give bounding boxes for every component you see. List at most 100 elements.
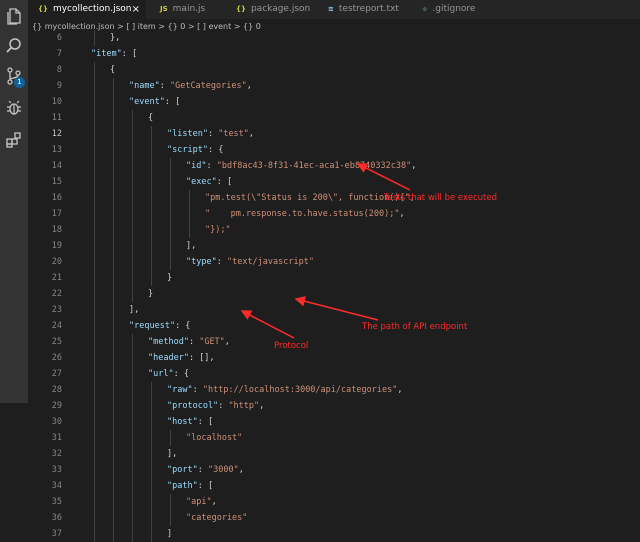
debug-icon[interactable]: [4, 98, 24, 118]
tab-main-js[interactable]: JS main.js: [160, 0, 230, 19]
line-number: 15: [51, 177, 62, 187]
code-line: "host": [: [167, 414, 213, 430]
indent-guide: [113, 526, 114, 542]
line-number: 30: [51, 417, 62, 427]
code-line: "id": "bdf8ac43-8f31-41ec-aca1-eb8740332…: [186, 158, 416, 174]
json-punctuation: ,: [224, 337, 230, 347]
code-line: ],: [129, 302, 139, 318]
json-key: "header": [148, 353, 189, 363]
code-line: "protocol": "http",: [167, 398, 264, 414]
json-key: "request": [129, 321, 176, 331]
indent-guide: [94, 414, 95, 430]
json-punctuation: ],: [167, 449, 178, 459]
indent-guide: [151, 190, 152, 206]
code-line: "categories": [186, 510, 247, 526]
line-number: 13: [51, 145, 62, 155]
json-string: "categories": [186, 513, 248, 523]
indent-guide: [94, 302, 95, 318]
indent-guide: [151, 270, 152, 286]
code-line: "script": {: [167, 142, 223, 158]
indent-guide: [132, 478, 133, 494]
json-punctuation: {: [148, 113, 154, 123]
indent-guide: [94, 318, 95, 334]
code-line: "localhost": [186, 430, 242, 446]
json-punctuation: }: [148, 289, 154, 299]
indent-guide: [94, 110, 95, 126]
indent-guide: [113, 158, 114, 174]
json-string: " pm.response.to.have.status(200);": [205, 209, 400, 219]
json-key: "raw": [167, 385, 193, 395]
indent-guide: [189, 222, 190, 238]
line-number: 25: [51, 337, 62, 347]
json-punctuation: : [: [121, 49, 138, 59]
line-number: 7: [56, 49, 62, 59]
tab-gitignore[interactable]: ◆ .gitignore: [422, 0, 492, 19]
indent-guide: [151, 430, 152, 446]
indent-guide: [113, 350, 114, 366]
indent-guide: [151, 462, 152, 478]
extensions-icon[interactable]: [4, 130, 24, 150]
tab-package-json[interactable]: {} package.json: [236, 0, 320, 19]
json-punctuation: :: [207, 129, 219, 139]
indent-guide: [132, 158, 133, 174]
files-icon[interactable]: [4, 6, 24, 26]
code-line: ],: [167, 446, 177, 462]
indent-guide: [94, 238, 95, 254]
code-line: ],: [186, 238, 196, 254]
code-line: "path": [: [167, 478, 213, 494]
indent-guide: [113, 318, 114, 334]
json-punctuation: ,: [248, 129, 255, 139]
json-punctuation: },: [110, 33, 121, 43]
indent-guide: [151, 238, 152, 254]
indent-guide: [113, 414, 114, 430]
code-line: "request": {: [129, 318, 190, 334]
line-number: 20: [51, 257, 62, 267]
json-punctuation: : [: [216, 177, 233, 187]
json-punctuation: : {: [173, 369, 189, 379]
annotation-path: The path of API endpoint: [362, 322, 468, 332]
json-punctuation: ,: [411, 161, 417, 171]
json-key: "host": [167, 417, 198, 427]
indent-guide: [94, 430, 95, 446]
code-editor[interactable]: }, "item": [ { "name": "GetCategories", "eve…: [72, 30, 640, 542]
indent-guide: [94, 334, 95, 350]
json-punctuation: : [],: [188, 353, 215, 363]
indent-guide: [132, 110, 133, 126]
code-line: "item": [: [91, 46, 137, 62]
line-number: 28: [51, 385, 62, 395]
code-line: "method": "GET",: [148, 334, 230, 350]
indent-guide: [151, 174, 152, 190]
json-punctuation: :: [216, 257, 227, 267]
code-line: "api",: [186, 494, 217, 510]
indent-guide: [113, 238, 114, 254]
indent-guide: [151, 254, 152, 270]
json-string: "bdf8ac43-8f31-41ec-aca1-eb8740332c38": [216, 161, 412, 171]
line-number: 24: [51, 321, 62, 331]
tab-label: testreport.txt: [338, 4, 399, 14]
indent-guide: [132, 142, 133, 158]
tab-label: mycollection.json: [52, 4, 132, 14]
code-line: "event": [: [129, 94, 180, 110]
code-line: ]: [167, 526, 172, 542]
tab-mycollection-json[interactable]: {} mycollection.json ×: [28, 0, 146, 19]
line-number: 36: [51, 513, 62, 523]
json-punctuation: : [: [197, 417, 214, 427]
code-line: }: [148, 286, 153, 302]
code-line: "exec": [: [186, 174, 232, 190]
line-number: 10: [51, 97, 62, 107]
activity-bar: 1: [0, 0, 28, 403]
json-punctuation: : [: [197, 481, 214, 491]
code-line: }: [167, 270, 172, 286]
indent-guide: [113, 494, 114, 510]
code-line: "name": "GetCategories",: [129, 78, 252, 94]
line-number: 16: [51, 193, 62, 203]
tab-testreport-txt[interactable]: ≡ testreport.txt: [328, 0, 414, 19]
code-line: "type": "text/javascript": [186, 254, 314, 270]
tab-label: package.json: [250, 4, 311, 14]
close-icon[interactable]: ×: [132, 0, 140, 19]
search-icon[interactable]: [4, 36, 24, 56]
json-punctuation: :: [159, 81, 170, 91]
indent-guide: [94, 350, 95, 366]
indent-guide: [132, 206, 133, 222]
json-string: "});": [205, 225, 231, 235]
